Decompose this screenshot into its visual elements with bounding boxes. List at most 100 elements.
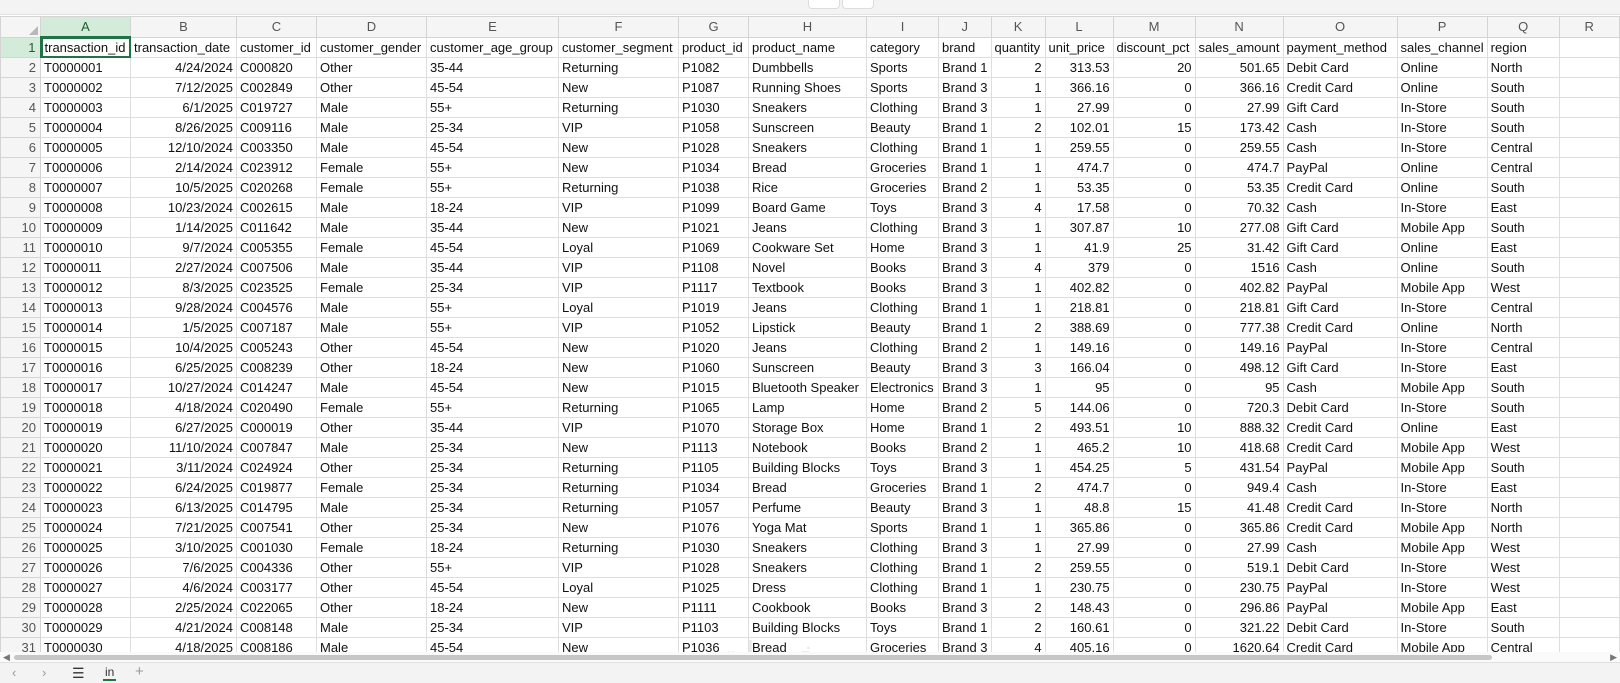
data-cell[interactable]: C011642 bbox=[236, 217, 317, 238]
data-cell[interactable]: C004576 bbox=[236, 297, 317, 318]
empty-cell[interactable] bbox=[1558, 157, 1620, 178]
data-cell[interactable]: Mobile App bbox=[1396, 597, 1488, 618]
data-cell[interactable]: Gift Card bbox=[1282, 357, 1398, 378]
data-cell[interactable]: Books bbox=[866, 597, 939, 618]
data-cell[interactable]: Jeans bbox=[748, 217, 867, 238]
data-cell[interactable]: C008239 bbox=[236, 357, 317, 378]
data-cell[interactable]: 173.42 bbox=[1194, 117, 1284, 138]
data-cell[interactable]: Female bbox=[316, 277, 427, 298]
row-header[interactable]: 7 bbox=[0, 157, 41, 178]
empty-cell[interactable] bbox=[1558, 617, 1620, 638]
row-header[interactable]: 15 bbox=[0, 317, 41, 338]
data-cell[interactable]: 4/18/2025 bbox=[130, 637, 237, 652]
row-header[interactable]: 4 bbox=[0, 97, 41, 118]
empty-cell[interactable] bbox=[1558, 297, 1620, 318]
data-cell[interactable]: 15 bbox=[1112, 117, 1196, 138]
data-cell[interactable]: 1 bbox=[990, 217, 1046, 238]
data-cell[interactable]: 2 bbox=[990, 617, 1046, 638]
column-header-b[interactable]: B bbox=[130, 16, 237, 38]
data-cell[interactable]: Mobile App bbox=[1396, 537, 1488, 558]
empty-cell[interactable] bbox=[1558, 197, 1620, 218]
row-header[interactable]: 12 bbox=[0, 257, 41, 278]
data-cell[interactable]: West bbox=[1486, 577, 1560, 598]
data-cell[interactable]: Brand 1 bbox=[938, 617, 992, 638]
data-cell[interactable]: 0 bbox=[1112, 637, 1196, 652]
data-cell[interactable]: Other bbox=[316, 577, 427, 598]
empty-cell[interactable] bbox=[1558, 397, 1620, 418]
data-cell[interactable]: P1069 bbox=[678, 237, 749, 258]
column-header-e[interactable]: E bbox=[426, 16, 559, 38]
data-cell[interactable]: C023912 bbox=[236, 157, 317, 178]
data-cell[interactable]: 25-34 bbox=[426, 117, 559, 138]
header-cell[interactable]: sales_channel bbox=[1396, 36, 1488, 58]
header-cell[interactable]: sales_amount bbox=[1194, 36, 1284, 58]
data-cell[interactable]: Brand 3 bbox=[938, 537, 992, 558]
data-cell[interactable]: 365.86 bbox=[1194, 517, 1284, 538]
data-cell[interactable]: Credit Card bbox=[1282, 637, 1398, 652]
row-header[interactable]: 11 bbox=[0, 237, 41, 258]
data-cell[interactable]: Books bbox=[866, 257, 939, 278]
data-cell[interactable]: 7/21/2025 bbox=[130, 517, 237, 538]
data-cell[interactable]: Sneakers bbox=[748, 137, 867, 158]
data-cell[interactable]: Male bbox=[316, 617, 427, 638]
data-cell[interactable]: In-Store bbox=[1396, 477, 1488, 498]
data-cell[interactable]: Bread bbox=[748, 637, 867, 652]
data-cell[interactable]: Loyal bbox=[558, 297, 679, 318]
data-cell[interactable]: Brand 3 bbox=[938, 217, 992, 238]
data-cell[interactable]: 10 bbox=[1112, 417, 1196, 438]
data-cell[interactable]: T0000018 bbox=[40, 397, 131, 418]
data-cell[interactable]: 25-34 bbox=[426, 477, 559, 498]
data-cell[interactable]: Groceries bbox=[866, 637, 939, 652]
data-cell[interactable]: VIP bbox=[558, 617, 679, 638]
data-cell[interactable]: Lipstick bbox=[748, 317, 867, 338]
column-header-g[interactable]: G bbox=[678, 16, 749, 38]
data-cell[interactable]: 0 bbox=[1112, 97, 1196, 118]
data-cell[interactable]: Cash bbox=[1282, 257, 1398, 278]
data-cell[interactable]: In-Store bbox=[1396, 297, 1488, 318]
data-cell[interactable]: South bbox=[1486, 457, 1560, 478]
data-cell[interactable]: Credit Card bbox=[1282, 517, 1398, 538]
data-cell[interactable]: 1 bbox=[990, 77, 1046, 98]
data-cell[interactable]: Male bbox=[316, 197, 427, 218]
data-cell[interactable]: C007506 bbox=[236, 257, 317, 278]
data-cell[interactable]: 6/25/2025 bbox=[130, 357, 237, 378]
data-cell[interactable]: Brand 3 bbox=[938, 257, 992, 278]
data-cell[interactable]: 7/6/2025 bbox=[130, 557, 237, 578]
header-cell[interactable]: quantity bbox=[990, 36, 1046, 58]
data-cell[interactable]: 7/12/2025 bbox=[130, 77, 237, 98]
data-cell[interactable]: Other bbox=[316, 357, 427, 378]
column-header-q[interactable]: Q bbox=[1486, 16, 1560, 38]
data-cell[interactable]: 1/14/2025 bbox=[130, 217, 237, 238]
data-cell[interactable]: Brand 3 bbox=[938, 377, 992, 398]
data-cell[interactable]: 2 bbox=[990, 557, 1046, 578]
data-cell[interactable]: Gift Card bbox=[1282, 97, 1398, 118]
data-cell[interactable]: VIP bbox=[558, 257, 679, 278]
row-header[interactable]: 28 bbox=[0, 577, 41, 598]
data-cell[interactable]: P1038 bbox=[678, 177, 749, 198]
data-cell[interactable]: 2 bbox=[990, 117, 1046, 138]
data-cell[interactable]: Central bbox=[1486, 637, 1560, 652]
data-cell[interactable]: In-Store bbox=[1396, 137, 1488, 158]
data-cell[interactable]: 144.06 bbox=[1044, 397, 1114, 418]
data-cell[interactable]: T0000024 bbox=[40, 517, 131, 538]
data-cell[interactable]: VIP bbox=[558, 417, 679, 438]
data-cell[interactable]: Gift Card bbox=[1282, 217, 1398, 238]
data-cell[interactable]: Clothing bbox=[866, 337, 939, 358]
row-header[interactable]: 29 bbox=[0, 597, 41, 618]
data-cell[interactable]: Brand 3 bbox=[938, 97, 992, 118]
data-cell[interactable]: 519.1 bbox=[1194, 557, 1284, 578]
data-cell[interactable]: 418.68 bbox=[1194, 437, 1284, 458]
data-cell[interactable]: VIP bbox=[558, 277, 679, 298]
empty-cell[interactable] bbox=[1558, 577, 1620, 598]
data-cell[interactable]: 3/10/2025 bbox=[130, 537, 237, 558]
data-cell[interactable]: 1 bbox=[990, 497, 1046, 518]
data-cell[interactable]: P1111 bbox=[678, 597, 749, 618]
data-cell[interactable]: Female bbox=[316, 397, 427, 418]
column-header-f[interactable]: F bbox=[558, 16, 679, 38]
scroll-left-icon[interactable]: ◀ bbox=[3, 652, 10, 662]
header-cell[interactable]: payment_method bbox=[1282, 36, 1398, 58]
header-cell[interactable]: customer_gender bbox=[316, 36, 427, 58]
data-cell[interactable]: 1620.64 bbox=[1194, 637, 1284, 652]
data-cell[interactable]: T0000025 bbox=[40, 537, 131, 558]
data-cell[interactable]: Central bbox=[1486, 337, 1560, 358]
